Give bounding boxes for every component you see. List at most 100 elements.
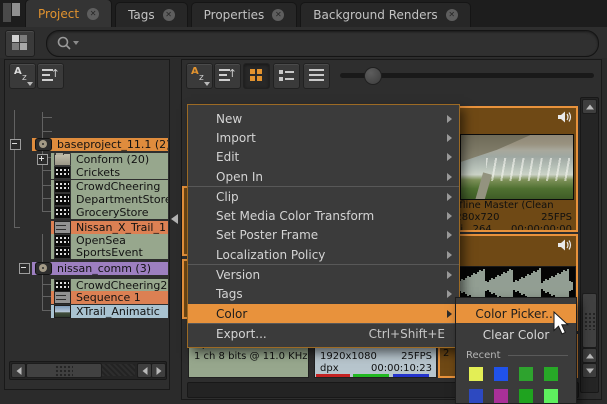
tab-properties[interactable]: Properties✕ — [191, 2, 298, 27]
menu-item-label: Export... — [216, 327, 267, 341]
scrollbar-handle[interactable] — [26, 363, 102, 378]
application-window: Project✕Tags✕Properties✕Background Rende… — [0, 0, 607, 404]
tab-tags[interactable]: Tags ✕ — [115, 2, 188, 27]
window-icon — [3, 3, 20, 22]
menu-item-export-[interactable]: Export...Ctrl+Shift+E — [188, 324, 459, 343]
scroll-up-button-2[interactable] — [582, 348, 597, 363]
sort-up-icon: ↑ — [51, 68, 60, 79]
bin-sort-alpha-button[interactable]: A z — [186, 63, 213, 89]
close-icon[interactable]: ✕ — [446, 9, 458, 21]
clip-timecode: 00:00:00:00 — [511, 224, 572, 232]
tree-item-crowdcheering[interactable]: CrowdCheering — [51, 180, 168, 193]
sort-order-button[interactable]: ↑ — [37, 63, 64, 89]
search-input[interactable] — [81, 33, 585, 54]
sequence-icon — [54, 291, 71, 304]
tree-item-nissan-x-trail-1[interactable]: Nissan_X_Trail_1 — [51, 221, 168, 234]
search-field[interactable] — [46, 30, 599, 57]
menu-item-version[interactable]: Version — [188, 265, 459, 284]
menu-item-import[interactable]: Import — [188, 128, 459, 147]
tree-item-label: SportsEvent — [76, 246, 143, 259]
color-swatch[interactable] — [494, 367, 508, 381]
tree-item-sequence-1[interactable]: Sequence 1 — [51, 291, 168, 304]
clip-fps: 25FPS — [401, 351, 432, 362]
speaker-icon — [558, 111, 572, 123]
bin-vertical-scrollbar[interactable] — [580, 97, 599, 393]
scrollbar-track[interactable] — [102, 364, 135, 376]
slider-knob[interactable] — [364, 67, 382, 85]
tab-background-renders[interactable]: Background Renders ✕ — [300, 2, 470, 27]
sort-alpha-button[interactable]: A z — [9, 63, 36, 89]
clip-thumbnail — [460, 134, 574, 200]
menu-item-localization-policy[interactable]: Localization Policy — [188, 245, 459, 264]
tab-label: Tags — [128, 8, 155, 22]
panel-collapse-arrow[interactable] — [171, 214, 178, 224]
color-swatch[interactable] — [544, 367, 558, 381]
submenu-arrow-icon — [447, 271, 452, 279]
scrollbar-handle[interactable] — [582, 293, 597, 348]
bin-sort-order-button[interactable]: ↑ — [214, 63, 241, 89]
scroll-left-button-2[interactable] — [137, 363, 152, 378]
menu-item-label: Clip — [216, 190, 239, 204]
color-swatch[interactable] — [519, 389, 533, 403]
tab-label: Background Renders — [313, 8, 437, 22]
clip-fps: 25FPS — [541, 212, 572, 223]
audio-icon — [54, 246, 71, 259]
menu-item-color[interactable]: Color — [188, 304, 459, 323]
tree-horizontal-scrollbar[interactable] — [9, 361, 167, 380]
expand-icon[interactable] — [37, 154, 48, 165]
menu-item-set-poster-frame[interactable]: Set Poster Frame — [188, 226, 459, 245]
tree-item-baseproject-11-1-2-[interactable]: baseproject_11.1 (2) — [32, 138, 168, 151]
submenu-arrow-icon — [447, 193, 452, 201]
tree-item-crickets[interactable]: Crickets — [51, 166, 168, 179]
tab-project[interactable]: Project✕ — [25, 0, 112, 27]
scroll-up-button[interactable] — [582, 99, 597, 114]
menu-item-new[interactable]: New — [188, 109, 459, 128]
tree-item-conform-20-[interactable]: Conform (20) — [51, 153, 168, 166]
audio-icon — [54, 193, 71, 206]
menu-item-set-media-color-transform[interactable]: Set Media Color Transform — [188, 206, 459, 225]
recent-swatch-row — [456, 389, 576, 403]
color-swatch[interactable] — [469, 367, 483, 381]
color-swatch[interactable] — [519, 367, 533, 381]
collapse-icon[interactable] — [10, 139, 21, 150]
tree-item-departmentstore[interactable]: DepartmentStore — [51, 193, 168, 206]
grid-icon — [12, 35, 27, 50]
close-icon[interactable]: ✕ — [272, 9, 284, 21]
sequence-icon — [54, 221, 71, 234]
chevron-down-icon — [27, 82, 33, 86]
reel-icon — [35, 262, 52, 275]
color-swatch[interactable] — [544, 389, 558, 403]
submenu-arrow-icon — [447, 310, 452, 318]
collapse-icon[interactable] — [19, 263, 30, 274]
menu-item-clip[interactable]: Clip — [188, 187, 459, 206]
menu-item-edit[interactable]: Edit — [188, 148, 459, 167]
image-icon — [54, 305, 71, 318]
tree-item-sportsevent[interactable]: SportsEvent — [51, 246, 168, 259]
submenu-arrow-icon — [447, 290, 452, 298]
close-icon[interactable]: ✕ — [163, 9, 175, 21]
reel-icon — [35, 138, 52, 151]
submenu-arrow-icon — [447, 134, 452, 142]
speaker-icon — [558, 239, 572, 251]
submenu-arrow-icon — [447, 153, 452, 161]
close-icon[interactable]: ✕ — [87, 8, 99, 20]
scroll-down-button[interactable] — [582, 363, 597, 378]
view-grid-button[interactable] — [243, 63, 270, 89]
view-thumblist-button[interactable] — [273, 63, 300, 89]
tree-item-label: DepartmentStore — [76, 193, 168, 206]
menu-item-tags[interactable]: Tags — [188, 285, 459, 304]
color-swatch[interactable] — [494, 389, 508, 403]
menu-item-open-in[interactable]: Open In — [188, 167, 459, 186]
layout-grid-button[interactable] — [5, 30, 35, 57]
tree-item-nissan-comm-3-[interactable]: nissan_comm (3) — [32, 262, 168, 275]
scroll-right-button[interactable] — [151, 363, 166, 378]
tree-item-grocerystore[interactable]: GroceryStore — [51, 206, 168, 219]
tree-item-xtrail-animatic[interactable]: XTrail_Animatic — [51, 305, 168, 318]
folder-icon — [54, 153, 71, 166]
search-icon — [55, 34, 81, 54]
color-swatch[interactable] — [469, 389, 483, 403]
scroll-left-button[interactable] — [11, 363, 26, 378]
view-list-button[interactable] — [303, 63, 330, 89]
submenu-arrow-icon — [447, 173, 452, 181]
thumbnail-size-slider[interactable] — [340, 73, 594, 78]
